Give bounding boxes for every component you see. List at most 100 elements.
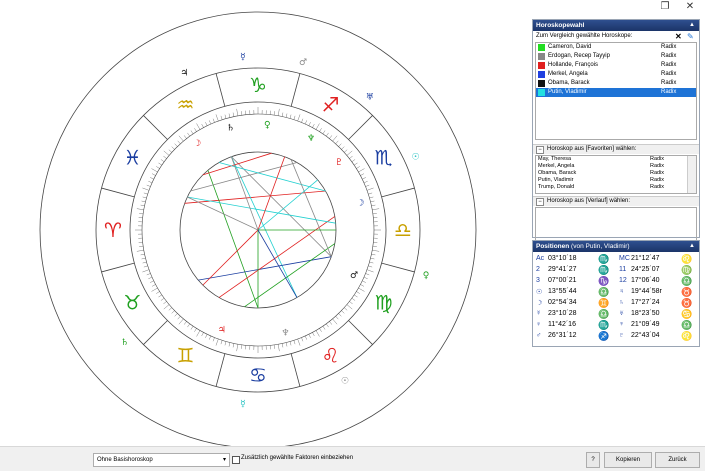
help-button[interactable]: ? bbox=[586, 452, 600, 468]
back-button[interactable]: Zurück bbox=[655, 452, 700, 468]
degree-tick bbox=[301, 119, 302, 123]
degree-tick bbox=[305, 120, 307, 124]
compare-list-item[interactable]: Merkel, Angela Radix bbox=[536, 70, 696, 79]
degree-tick bbox=[352, 298, 355, 300]
position-value: 21°09´49 bbox=[631, 321, 660, 328]
include-factors-checkbox[interactable] bbox=[232, 456, 240, 464]
planet-icon: ♃ bbox=[218, 326, 226, 336]
copy-button[interactable]: Kopieren bbox=[604, 452, 652, 468]
degree-tick bbox=[294, 116, 295, 120]
item-name: Erdogan, Recep Tayyip bbox=[548, 52, 610, 61]
degree-tick bbox=[151, 169, 157, 173]
degree-tick bbox=[143, 197, 147, 198]
sign-divider bbox=[382, 263, 415, 272]
compare-list-item[interactable]: Erdogan, Recep Tayyip Radix bbox=[536, 52, 696, 61]
degree-tick bbox=[143, 262, 147, 263]
degree-tick bbox=[371, 201, 375, 202]
compare-label: Zum Vergleich gewählte Horoskope: ✕ ✎ bbox=[533, 31, 699, 42]
favorites-header[interactable]: −Horoskop aus [Favoriten] wählen: bbox=[533, 144, 699, 154]
degree-tick bbox=[205, 334, 207, 338]
degree-tick bbox=[141, 205, 145, 206]
compare-list-item[interactable]: Obama, Barack Radix bbox=[536, 79, 696, 88]
sign-divider bbox=[291, 74, 300, 107]
compare-list-item[interactable]: Cameron, David Radix bbox=[536, 43, 696, 52]
position-value: 23°10´28 bbox=[548, 310, 577, 317]
degree-tick bbox=[349, 301, 352, 303]
item-type: Radix bbox=[661, 43, 676, 52]
degree-tick bbox=[221, 340, 222, 344]
degree-tick bbox=[356, 166, 359, 168]
favorite-name: Obama, Barack bbox=[538, 170, 576, 176]
color-swatch bbox=[538, 80, 545, 87]
favorite-name: Putin, Vladimir bbox=[538, 177, 573, 183]
zodiac-sign-icon: ♑ bbox=[249, 73, 267, 97]
compare-list-item[interactable]: Putin, Vladimir Radix bbox=[536, 88, 696, 97]
zodiac-sign-icon: ♎ bbox=[598, 309, 609, 320]
degree-tick bbox=[336, 141, 339, 144]
item-name: Obama, Barack bbox=[548, 79, 590, 88]
zodiac-sign-icon: ♐ bbox=[598, 331, 609, 342]
degree-tick bbox=[341, 147, 344, 150]
degree-tick bbox=[367, 188, 374, 190]
degree-tick bbox=[352, 159, 355, 161]
degree-tick bbox=[372, 209, 379, 210]
degree-tick bbox=[209, 120, 211, 124]
degree-tick bbox=[225, 342, 226, 346]
edit-icon[interactable]: ✎ bbox=[687, 31, 694, 42]
zodiac-sign-icon: ♑ bbox=[598, 276, 609, 287]
color-swatch bbox=[538, 62, 545, 69]
zodiac-sign-icon: ♐ bbox=[322, 92, 340, 116]
degree-tick bbox=[139, 246, 143, 247]
position-value: 11°42´16 bbox=[548, 321, 576, 328]
degree-tick bbox=[312, 124, 314, 128]
degree-tick bbox=[139, 213, 143, 214]
aspect-line bbox=[185, 191, 326, 203]
favorite-item[interactable]: Trump, Donald Radix bbox=[538, 184, 696, 191]
sign-divider bbox=[143, 115, 167, 139]
position-label: ♆ bbox=[619, 321, 624, 328]
degree-tick bbox=[194, 128, 196, 131]
degree-tick bbox=[216, 339, 218, 346]
house-axis bbox=[203, 230, 258, 285]
degree-tick bbox=[341, 311, 344, 314]
degree-tick bbox=[233, 113, 234, 117]
degree-tick bbox=[323, 131, 325, 134]
history-header[interactable]: −Horoskop aus [Verlauf] wählen: bbox=[533, 196, 699, 206]
delete-icon[interactable]: ✕ bbox=[675, 31, 682, 42]
planet-icon: ♆ bbox=[307, 134, 315, 144]
zodiac-sign-icon: ♌ bbox=[322, 344, 340, 368]
restore-icon[interactable]: ❐ bbox=[655, 0, 675, 14]
positions-panel: Positionen (von Putin, Vladimir) ▲ Ac03°… bbox=[532, 240, 700, 347]
degree-tick bbox=[229, 343, 230, 347]
zodiac-sign-icon: ♏ bbox=[598, 265, 609, 276]
degree-tick bbox=[184, 321, 186, 324]
planet-icon: ♄ bbox=[121, 338, 129, 348]
chevron-down-icon: ▾ bbox=[223, 454, 226, 466]
aspect-line bbox=[231, 157, 297, 298]
degree-tick bbox=[197, 330, 201, 336]
planet-icon: ☽ bbox=[193, 139, 201, 149]
panel-title: Horoskopewahl ▲ bbox=[533, 20, 699, 31]
zodiac-sign-icon: ♓ bbox=[123, 146, 141, 170]
favorite-item[interactable]: Obama, Barack Radix bbox=[538, 170, 696, 177]
degree-tick bbox=[163, 156, 166, 158]
favorite-item[interactable]: May, Theresa Radix bbox=[538, 156, 696, 163]
degree-tick bbox=[319, 328, 321, 331]
position-value: 24°25´07 bbox=[631, 266, 660, 273]
degree-tick bbox=[358, 288, 364, 292]
degree-tick bbox=[347, 305, 352, 309]
degree-tick bbox=[137, 209, 144, 210]
close-icon[interactable]: ✕ bbox=[680, 0, 700, 14]
compare-list-item[interactable]: Hollande, François Radix bbox=[536, 61, 696, 70]
degree-tick bbox=[150, 281, 154, 283]
degree-tick bbox=[137, 250, 144, 251]
degree-tick bbox=[142, 270, 149, 272]
favorite-item[interactable]: Merkel, Angela Radix bbox=[538, 163, 696, 170]
position-label: ♄ bbox=[619, 299, 624, 306]
color-swatch bbox=[538, 71, 545, 78]
favorite-item[interactable]: Putin, Vladimir Radix bbox=[538, 177, 696, 184]
degree-tick bbox=[370, 197, 374, 198]
horoscope-chart: ♑♐♏♎♍♌♋♊♉♈♓♒ ☽♃♄☿♀♂♆♅♇☉☽♀♂☉♆☿♃♄ bbox=[18, 8, 498, 446]
degree-tick bbox=[347, 151, 352, 155]
base-horoscope-select[interactable]: Ohne Basishoroskop ▾ bbox=[93, 453, 230, 467]
